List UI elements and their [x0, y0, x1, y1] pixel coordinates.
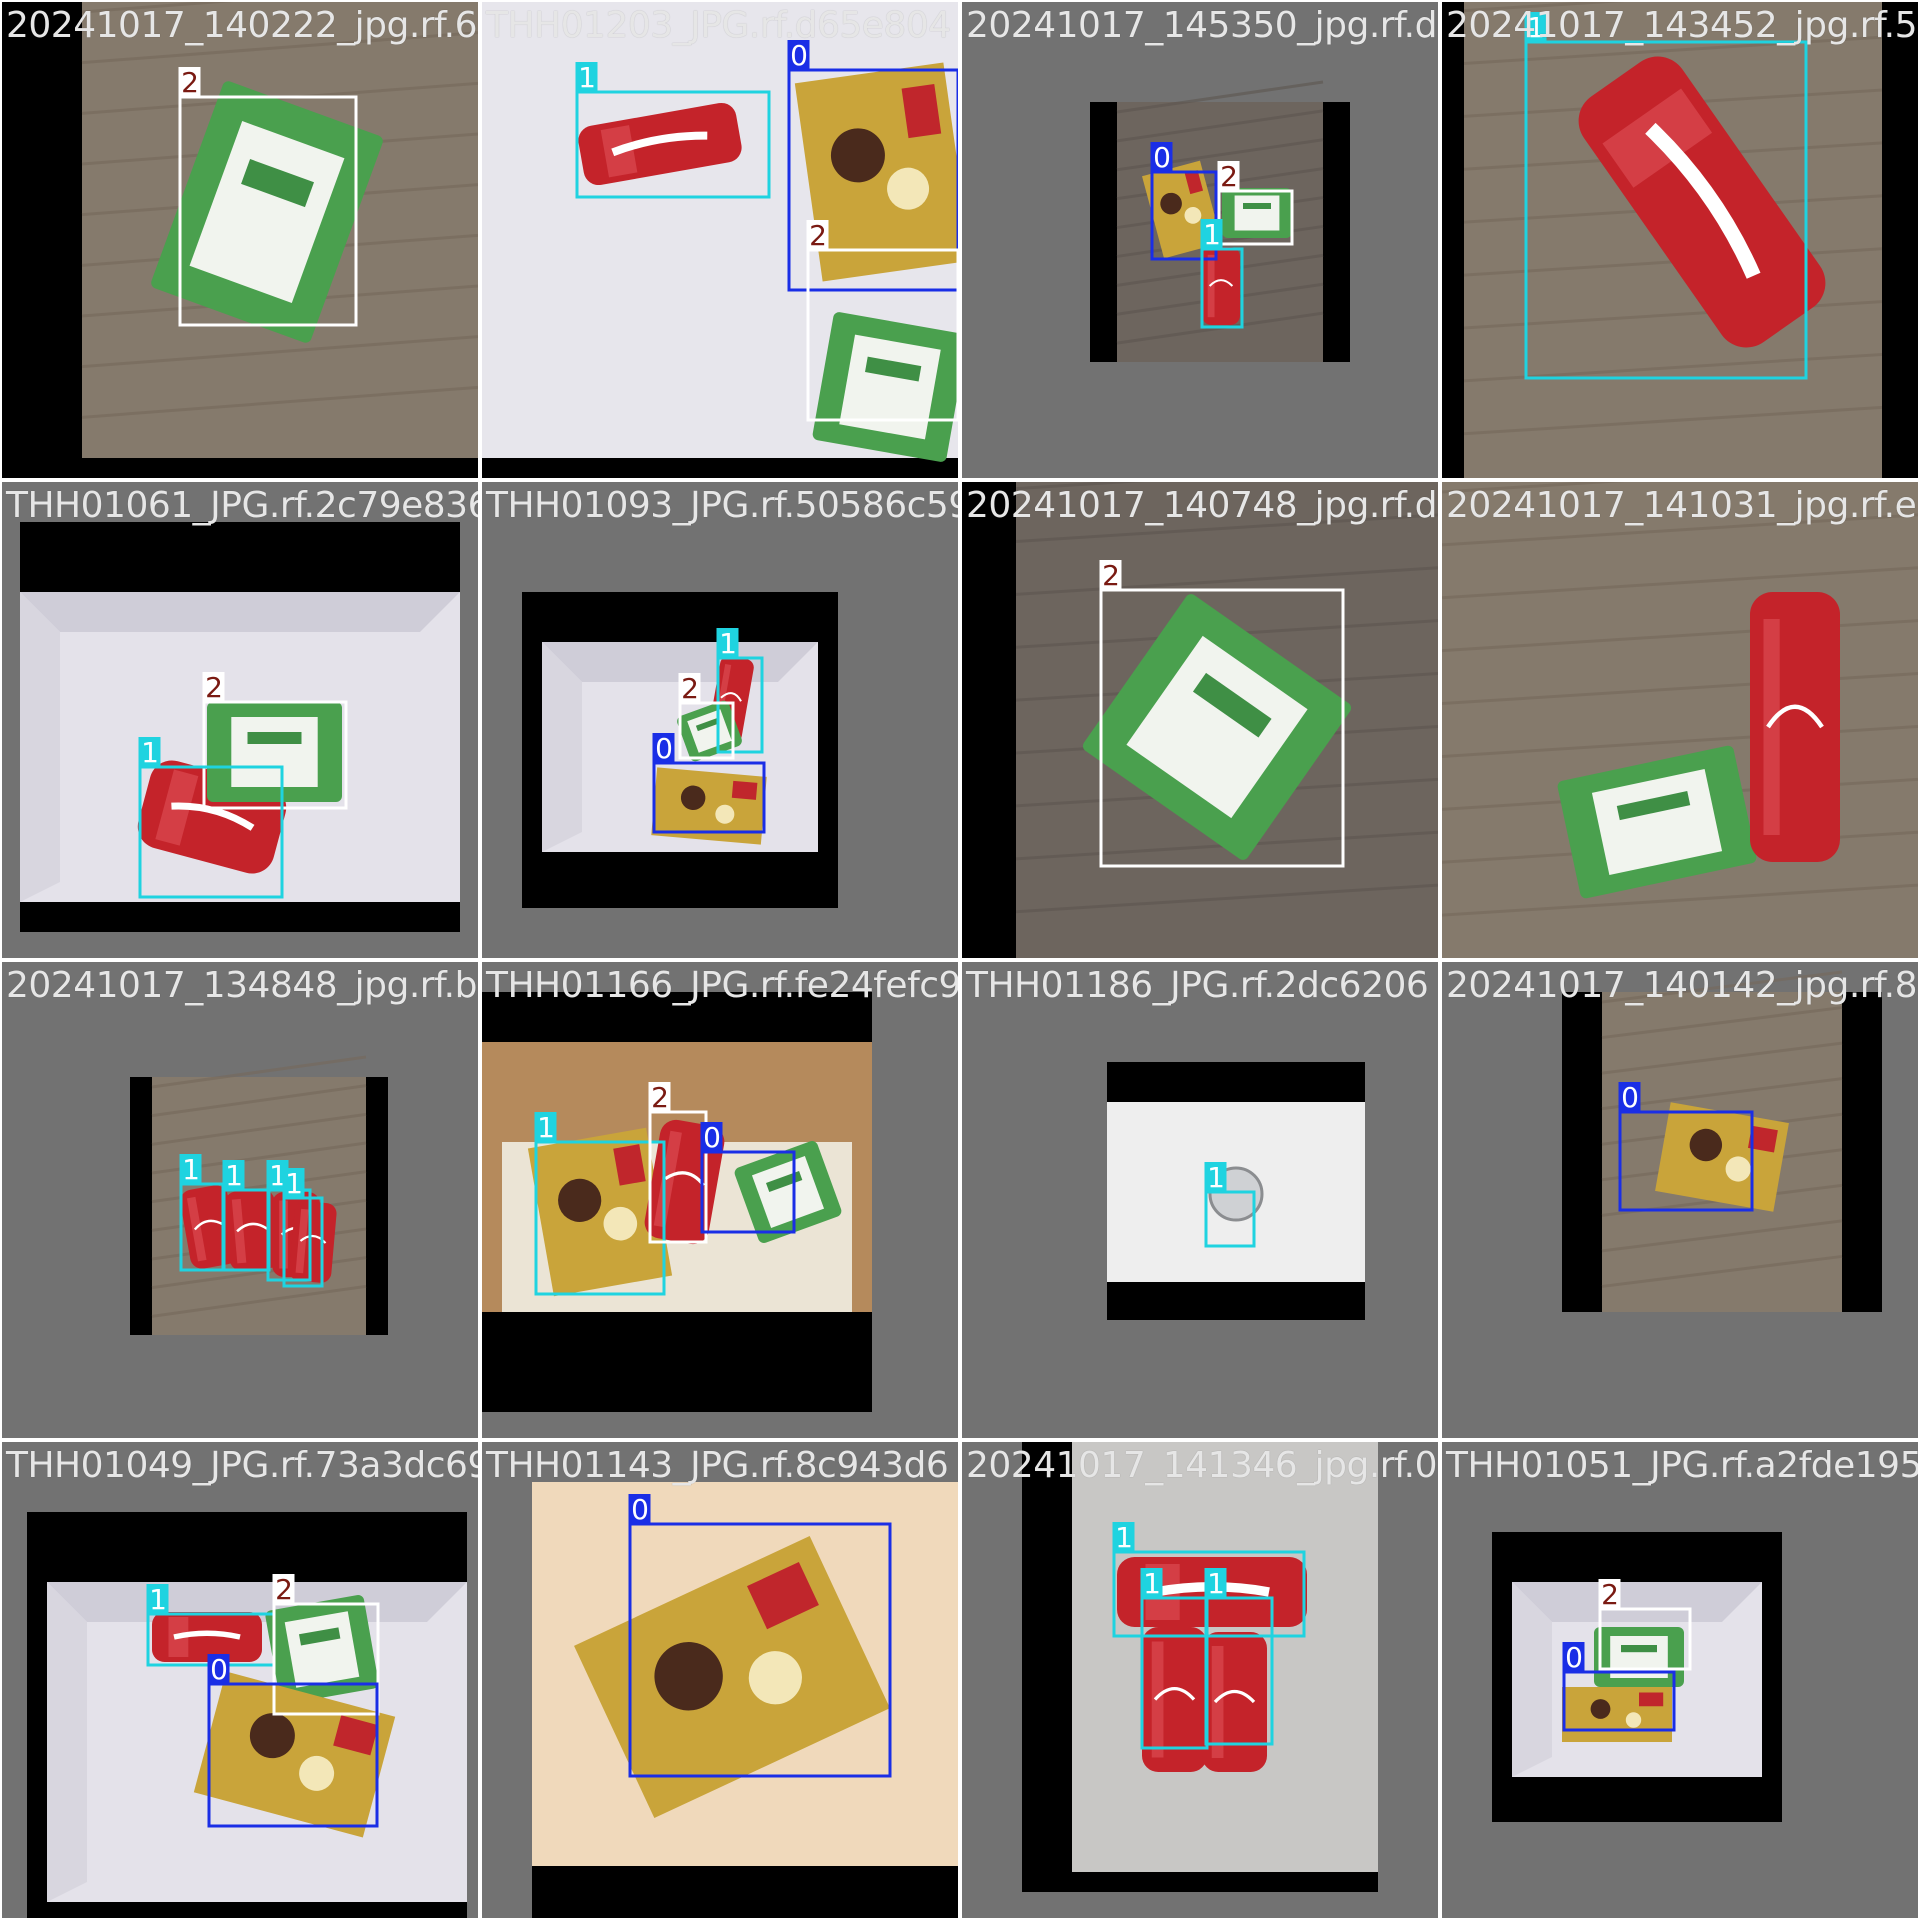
tile-image: 0: [532, 1482, 958, 1918]
tile-image: 1: [1107, 1062, 1365, 1320]
photo-scene: [962, 482, 1438, 958]
bbox-class-label: 1: [225, 1159, 243, 1192]
box-wall: [47, 1582, 87, 1902]
mosaic-tile: 1 2 0 THH01093_JPG.rf.50586c59: [482, 482, 958, 958]
photo-scene: [1022, 1442, 1378, 1892]
photo-background: [1442, 482, 1918, 958]
soda-can: [289, 1201, 337, 1283]
bbox-class-label: 2: [1601, 1578, 1619, 1611]
soda-can: [224, 1189, 280, 1271]
bbox-class-label: 0: [1565, 1641, 1583, 1674]
bbox-class-label: 2: [1102, 559, 1120, 592]
mosaic-tile: 2 1 THH01061_JPG.rf.2c79e836: [2, 482, 478, 958]
soda-can: [1202, 1632, 1267, 1772]
tile-image: 1 2 0: [27, 1512, 467, 1918]
bbox-class-label: 2: [275, 1573, 293, 1606]
mosaic-tile: 0 20241017_140142_jpg.rf.8b: [1442, 962, 1918, 1438]
mosaic-tile: 1 THH01186_JPG.rf.2dc6206: [962, 962, 1438, 1438]
photo-scene: [1562, 970, 1882, 1312]
bbox-class-label: 0: [210, 1653, 228, 1686]
bbox-class-label: 0: [631, 1493, 649, 1526]
photo-scene: [20, 522, 460, 932]
bbox-class-label: 2: [205, 671, 223, 704]
mosaic-tile: 20241017_141031_jpg.rf.eb: [1442, 482, 1918, 958]
bbox-class-label: 1: [1527, 11, 1545, 44]
tile-image: [1442, 482, 1918, 958]
photo-scene: [27, 1512, 467, 1918]
letterbox: [962, 482, 1016, 958]
photo-scene: [482, 992, 872, 1412]
mosaic-tile: 1 20241017_143452_jpg.rf.5d: [1442, 2, 1918, 478]
photo-scene: [482, 2, 958, 478]
bbox-class-label: 1: [1115, 1521, 1133, 1554]
photo-scene: [1442, 482, 1918, 958]
detection-mosaic: 220241017_140222_jpg.rf.64d94b0452068b32…: [0, 0, 1920, 1920]
tile-image: 21: [20, 522, 460, 932]
bbox-class-label: 1: [149, 1583, 167, 1616]
soda-can: [1750, 592, 1840, 862]
bbox-class-label: 1: [1207, 1161, 1225, 1194]
tile-image: 2: [962, 482, 1438, 958]
choco-pack: [1562, 1687, 1672, 1742]
bbox-class-label: 1: [1203, 218, 1221, 251]
soda-can: [152, 1612, 262, 1662]
tile-image: 1: [1442, 2, 1918, 478]
bbox-class-label: 2: [181, 66, 199, 99]
tile-image: 0: [1562, 970, 1882, 1312]
bbox-class-label: 0: [655, 732, 673, 765]
bbox-class-label: 1: [182, 1153, 200, 1186]
mosaic-tile: 1 2 0 THH01049_JPG.rf.73a3dc69: [2, 1442, 478, 1918]
box-wall: [20, 592, 460, 632]
letterbox: [1442, 2, 1464, 478]
photo-scene: [130, 1055, 388, 1335]
bbox-class-label: 2: [651, 1081, 669, 1114]
photo-scene: [1492, 1532, 1782, 1822]
bbox-class-label: 0: [1621, 1081, 1639, 1114]
tile-image: 120: [522, 592, 838, 908]
bbox-class-label: 1: [285, 1167, 303, 1200]
letterbox: [1882, 2, 1918, 478]
bbox-class-label: 1: [1207, 1567, 1225, 1600]
photo-scene: [2, 2, 478, 478]
green-pack: [812, 312, 958, 462]
box-wall: [1512, 1582, 1762, 1622]
mosaic-tile: 02120241017_145350_jpg.rf.dd7b2c: [962, 2, 1438, 478]
tile-image: 20: [1492, 1532, 1782, 1822]
bbox-class-label: 1: [578, 61, 596, 94]
photo-scene: [1442, 2, 1918, 478]
bbox-class-label: 1: [537, 1111, 555, 1144]
tile-image: 1 1 11: [130, 1055, 388, 1335]
photo-scene: [532, 1482, 958, 1918]
bbox-class-label: 0: [703, 1121, 721, 1154]
mosaic-tile: 2 0 THH01051_JPG.rf.a2fde195: [1442, 1442, 1918, 1918]
soda-can: [1142, 1627, 1207, 1772]
mosaic-tile: 220241017_140222_jpg.rf.64d94b0452068b32…: [2, 2, 478, 478]
bbox-class-label: 2: [681, 672, 699, 705]
bbox-class-label: 2: [1220, 160, 1238, 193]
mosaic-tile: 1 0 2 THH01203_JPG.rf.d65e804: [482, 2, 958, 478]
green-pack: [1594, 1627, 1684, 1687]
tile-image: 1 0 2: [482, 2, 958, 478]
tile-image: 11 1: [1022, 1442, 1378, 1892]
bbox-class-label: 0: [1153, 141, 1171, 174]
box-wall: [20, 592, 60, 902]
bbox-class-label: 0: [790, 39, 808, 72]
mosaic-tile: 2 20241017_140748_jpg.rf.d3: [962, 482, 1438, 958]
mosaic-tile: 0 THH01143_JPG.rf.8c943d6: [482, 1442, 958, 1918]
bbox-class-label: 2: [809, 219, 827, 252]
green-pack: [1222, 188, 1292, 238]
bbox-class-label: 1: [1143, 1567, 1161, 1600]
mosaic-tile: 1 2 0 THH01166_JPG.rf.fe24fefc9: [482, 962, 958, 1438]
bbox-class-label: 1: [141, 736, 159, 769]
tile-image: 0 2 1: [1090, 80, 1350, 362]
tile-image: 2: [2, 2, 478, 478]
tile-image: 1 2 0: [482, 992, 872, 1412]
bbox-class-label: 1: [719, 627, 737, 660]
mosaic-tile: 1 1 1 20241017_141346_jpg.rf.05: [962, 1442, 1438, 1918]
green-pack: [207, 702, 342, 802]
mosaic-tile: 1 1 1 1 20241017_134848_jpg.rf.b9: [2, 962, 478, 1438]
